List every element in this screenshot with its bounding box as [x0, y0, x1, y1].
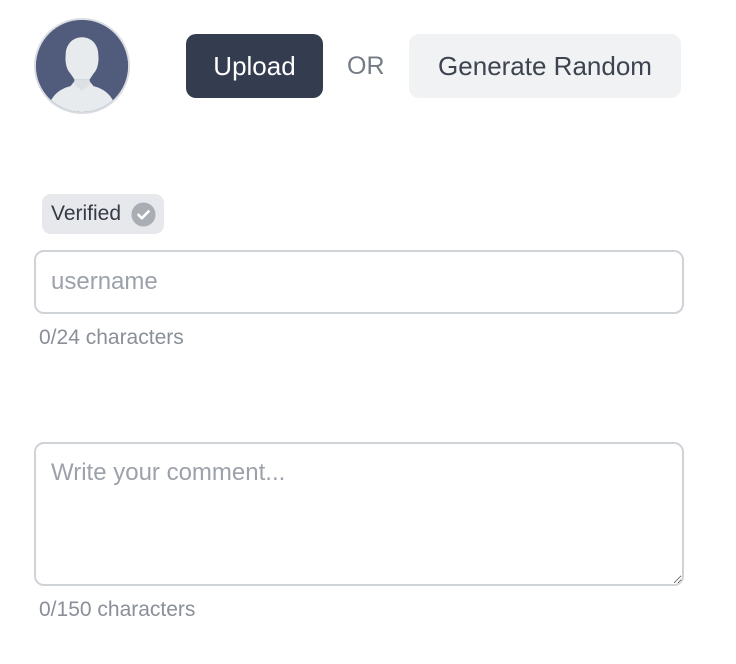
check-circle-icon [131, 202, 156, 226]
avatar [34, 18, 130, 114]
default-user-avatar-icon [36, 20, 128, 112]
comment-character-counter: 0/150 characters [39, 598, 196, 621]
username-input[interactable] [34, 250, 684, 314]
upload-button[interactable]: Upload [186, 34, 323, 98]
username-character-counter: 0/24 characters [39, 326, 184, 349]
or-separator: OR [347, 52, 385, 80]
verified-badge: Verified [42, 194, 165, 234]
profile-form: Upload OR Generate Random Verified 0/24 … [0, 0, 736, 664]
generate-random-button[interactable]: Generate Random [409, 34, 681, 98]
verified-badge-label: Verified [51, 202, 122, 225]
comment-input[interactable] [34, 442, 684, 586]
